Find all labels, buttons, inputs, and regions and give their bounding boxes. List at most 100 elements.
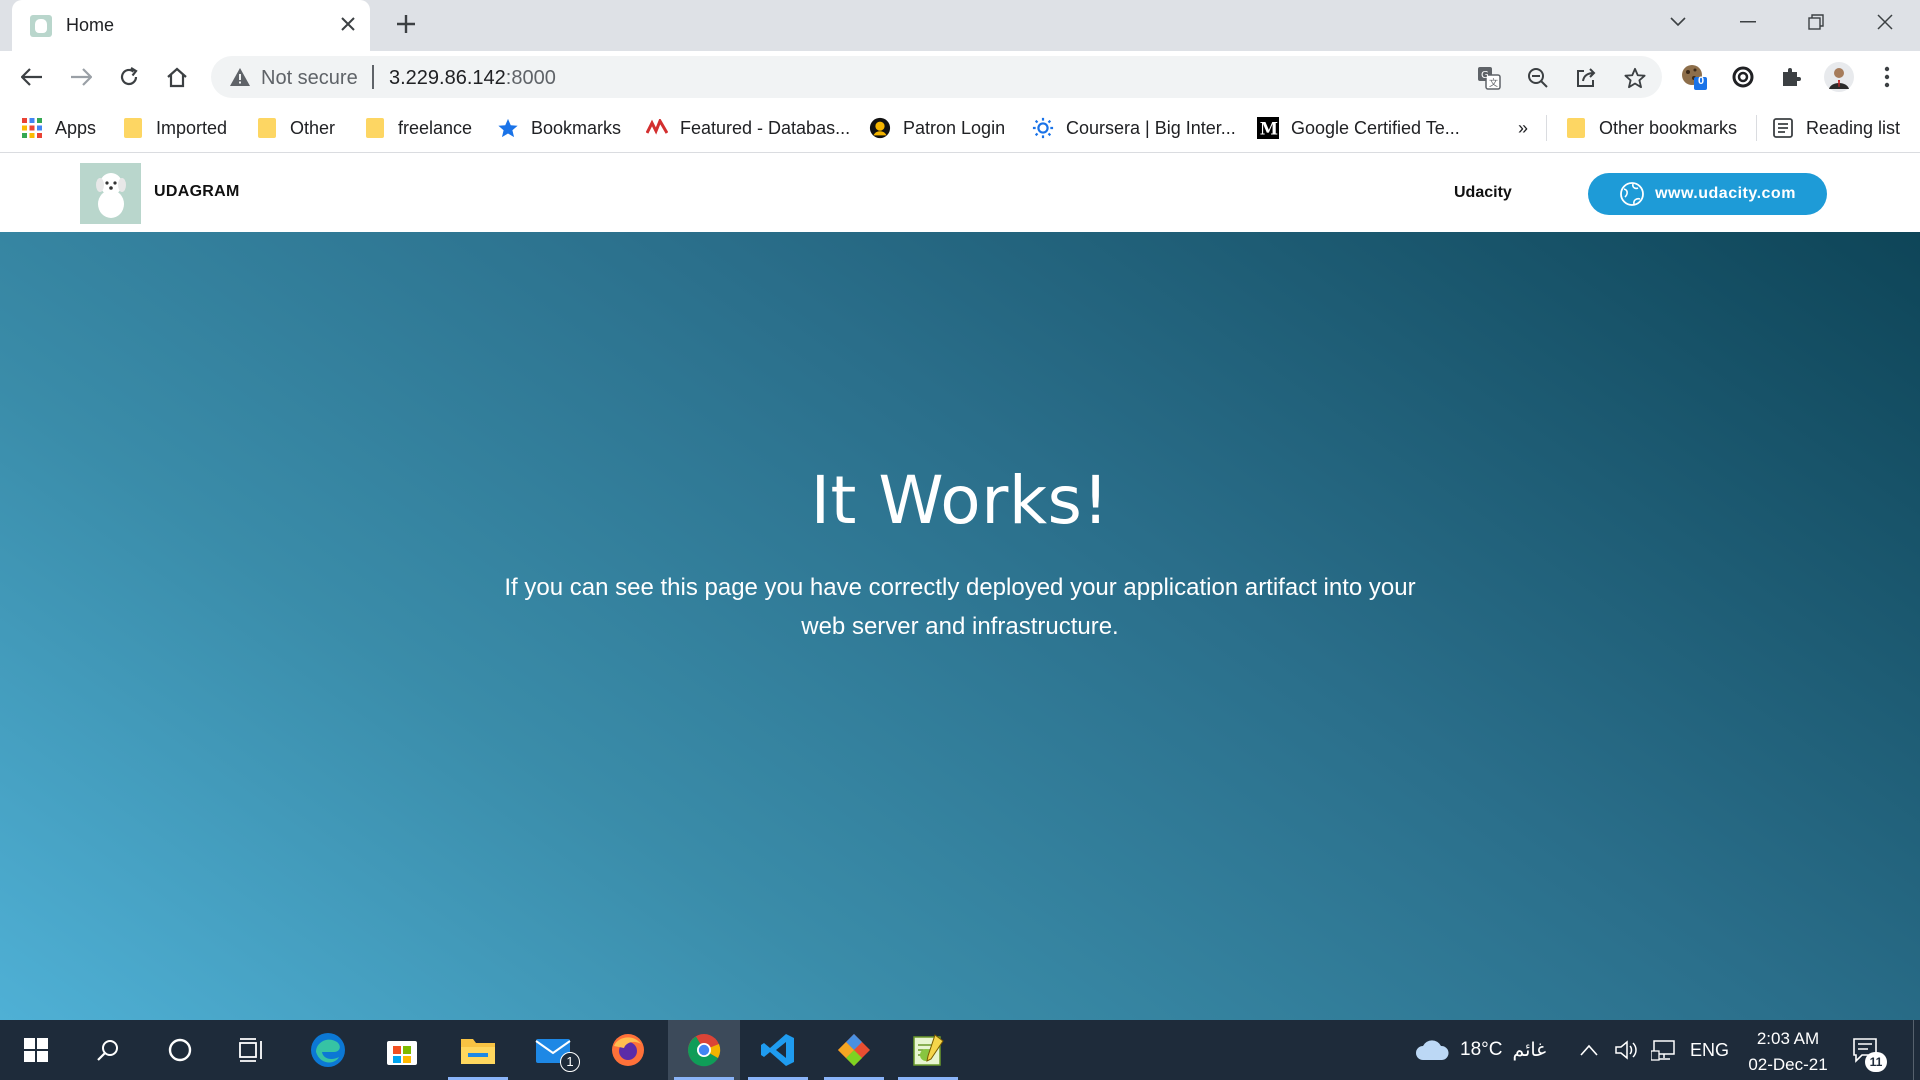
task-view-icon xyxy=(239,1038,262,1062)
bookmark-star-button[interactable] xyxy=(1621,64,1649,92)
speaker-icon xyxy=(1615,1040,1637,1060)
udagram-favicon-icon xyxy=(30,15,52,37)
folder-icon xyxy=(122,117,144,139)
bookmark-coursera[interactable]: Coursera | Big Inter... xyxy=(1032,114,1236,142)
svg-text:文: 文 xyxy=(1489,77,1498,89)
weather-description: غائم xyxy=(1512,1039,1547,1061)
cookie-extension-button[interactable]: 0 xyxy=(1679,62,1709,92)
restore-icon xyxy=(1808,14,1824,30)
folder-icon xyxy=(461,1039,495,1064)
close-icon xyxy=(1877,14,1893,30)
bookmark-label: Imported xyxy=(156,117,228,138)
cortana-button[interactable] xyxy=(144,1020,216,1080)
bookmark-label: Other bookmarks xyxy=(1599,117,1738,138)
git-taskbar-button[interactable] xyxy=(818,1020,890,1080)
translate-button[interactable]: G文 xyxy=(1475,64,1503,92)
restore-button[interactable] xyxy=(1786,0,1846,44)
close-window-button[interactable] xyxy=(1855,0,1915,44)
system-clock[interactable]: 2:03 AM 02-Dec-21 xyxy=(1738,1026,1838,1078)
zoom-out-icon xyxy=(1528,68,1548,88)
folder-icon xyxy=(256,117,278,139)
link-extension-icon xyxy=(1732,66,1754,88)
action-center-button[interactable]: 11 xyxy=(1852,1020,1887,1080)
notepad-taskbar-button[interactable] xyxy=(892,1020,964,1080)
bookmark-imported[interactable]: Imported xyxy=(122,114,227,142)
bookmark-label: Coursera | Big Inter... xyxy=(1066,117,1236,138)
edge-taskbar-button[interactable] xyxy=(292,1020,364,1080)
clock-time: 2:03 AM xyxy=(1756,1029,1820,1048)
udacity-website-button[interactable]: www.udacity.com xyxy=(1588,173,1827,215)
reload-button[interactable] xyxy=(112,60,146,94)
profile-button[interactable] xyxy=(1824,62,1854,92)
bookmark-label: Featured - Databas... xyxy=(680,117,851,138)
tab-search-button[interactable] xyxy=(1648,0,1708,44)
store-taskbar-button[interactable] xyxy=(366,1020,438,1080)
browser-menu-button[interactable] xyxy=(1872,62,1902,92)
show-hidden-icons-button[interactable] xyxy=(1580,1020,1598,1080)
notepad-plus-icon xyxy=(913,1034,944,1066)
language-indicator[interactable]: ENG xyxy=(1690,1020,1729,1080)
reading-list-button[interactable]: Reading list xyxy=(1772,114,1900,142)
warning-icon[interactable] xyxy=(229,67,251,87)
tab-title: Home xyxy=(66,15,115,35)
firefox-taskbar-button[interactable] xyxy=(592,1020,664,1080)
minimize-button[interactable] xyxy=(1718,0,1778,44)
store-icon xyxy=(387,1041,417,1065)
hero-section: It Works! If you can see this page you h… xyxy=(0,232,1920,1020)
hero-title: It Works! xyxy=(810,462,1110,539)
site-header: UDAGRAM Udacity www.udacity.com xyxy=(0,154,1920,232)
vscode-taskbar-button[interactable] xyxy=(742,1020,814,1080)
share-button[interactable] xyxy=(1572,64,1600,92)
bookmark-other-bookmarks[interactable]: Other bookmarks xyxy=(1565,114,1737,142)
kebab-menu-icon xyxy=(1884,66,1890,88)
share-icon xyxy=(1577,68,1596,87)
url-host: 3.229.86.142 xyxy=(389,67,506,89)
bookmark-bookmarks[interactable]: Bookmarks xyxy=(497,114,621,142)
back-button[interactable] xyxy=(15,60,49,94)
forward-button[interactable] xyxy=(64,60,98,94)
udagram-logo[interactable] xyxy=(80,163,141,224)
file-explorer-taskbar-button[interactable] xyxy=(442,1020,514,1080)
folder-icon xyxy=(1565,117,1587,139)
mail-taskbar-button[interactable]: 1 xyxy=(518,1020,590,1080)
brand-name[interactable]: UDAGRAM xyxy=(154,183,240,201)
plus-icon xyxy=(397,15,415,33)
network-button[interactable] xyxy=(1651,1020,1677,1080)
sync-extension-button[interactable] xyxy=(1728,62,1758,92)
volume-button[interactable] xyxy=(1614,1020,1638,1080)
zoom-button[interactable] xyxy=(1524,64,1552,92)
bookmark-featured-database[interactable]: Featured - Databas... xyxy=(646,114,850,142)
weather-widget[interactable]: 18°C غائم xyxy=(1414,1020,1546,1080)
bookmark-patron-login[interactable]: Patron Login xyxy=(869,114,1005,142)
address-bar[interactable]: Not secure 3.229.86.142:8000 G文 xyxy=(211,56,1662,98)
home-button[interactable] xyxy=(160,60,194,94)
close-tab-button[interactable] xyxy=(336,12,360,36)
star-outline-icon xyxy=(1624,67,1646,89)
svg-text:G: G xyxy=(1481,70,1489,81)
extension-badge: 0 xyxy=(1697,75,1705,87)
extensions-button[interactable] xyxy=(1776,62,1806,92)
security-status-label[interactable]: Not secure xyxy=(261,67,358,90)
new-tab-button[interactable] xyxy=(390,8,422,40)
dog-logo-icon xyxy=(95,172,126,218)
bookmark-other[interactable]: Other xyxy=(256,114,335,142)
weather-temperature: 18°C xyxy=(1460,1039,1503,1060)
mail-badge: 1 xyxy=(560,1052,580,1072)
arrow-left-icon xyxy=(21,68,42,86)
start-button[interactable] xyxy=(0,1020,72,1080)
nav-link-udacity[interactable]: Udacity xyxy=(1454,184,1512,202)
windows-logo-icon xyxy=(24,1038,48,1062)
bookmarks-divider xyxy=(1546,115,1547,141)
reload-icon xyxy=(120,67,138,86)
task-view-button[interactable] xyxy=(216,1020,288,1080)
bookmarks-overflow-button[interactable]: » xyxy=(1518,114,1528,142)
bookmark-freelance[interactable]: freelance xyxy=(364,114,472,142)
tab-home[interactable]: Home xyxy=(12,0,370,51)
bookmark-apps[interactable]: Apps xyxy=(21,114,96,142)
taskbar-search-button[interactable] xyxy=(72,1020,144,1080)
chrome-taskbar-button[interactable] xyxy=(668,1020,740,1080)
url-text[interactable]: 3.229.86.142:8000 xyxy=(389,67,556,90)
bookmark-google-certified[interactable]: M Google Certified Te... xyxy=(1257,114,1460,142)
cortana-icon xyxy=(168,1038,192,1062)
show-desktop-button[interactable] xyxy=(1913,1020,1920,1080)
